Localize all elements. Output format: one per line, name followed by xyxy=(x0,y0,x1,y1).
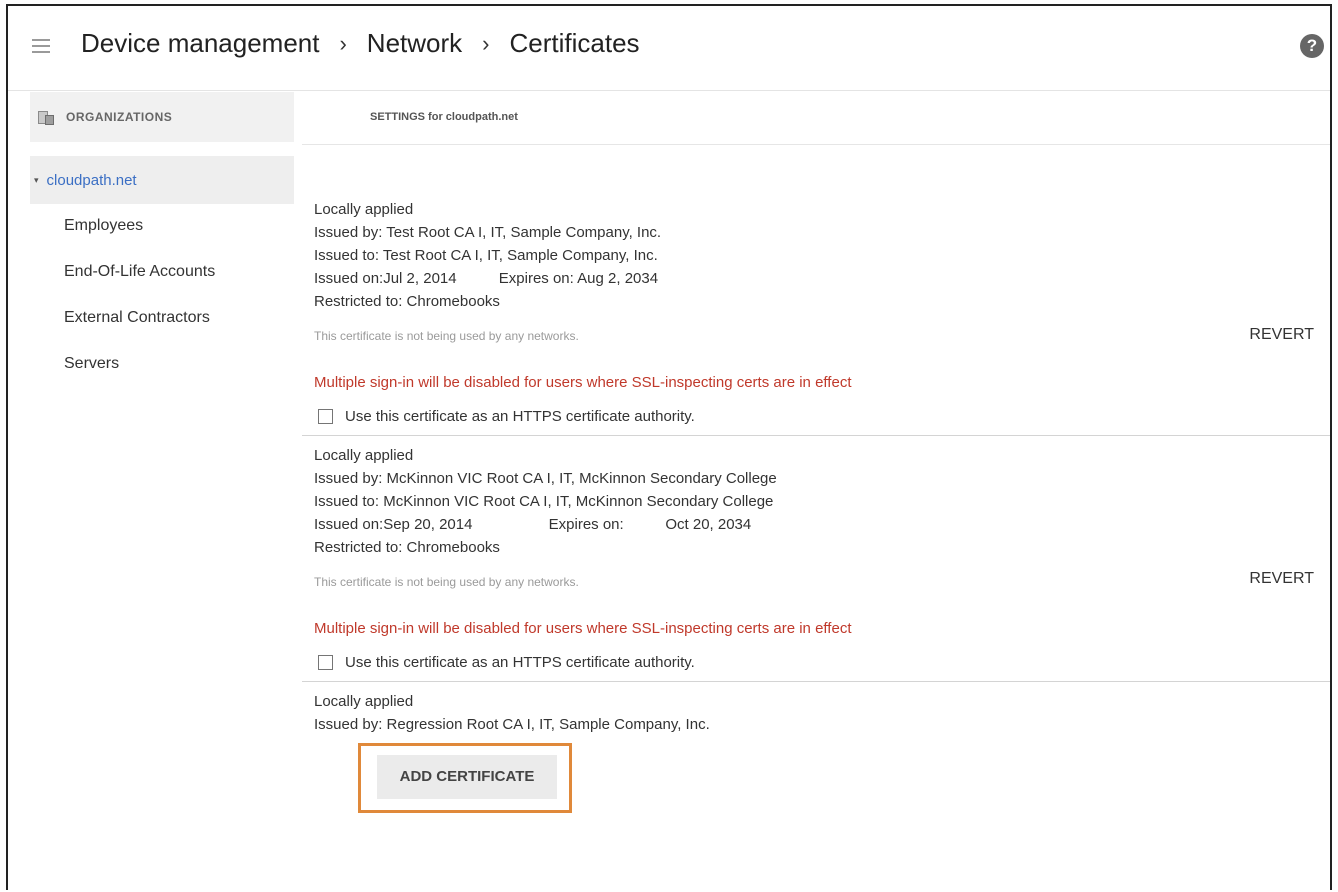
revert-button[interactable]: REVERT xyxy=(1249,326,1314,344)
certificate-card: Locally applied Issued by: Test Root CA … xyxy=(302,146,1330,436)
org-item-servers[interactable]: Servers xyxy=(30,342,294,388)
breadcrumb-certificates: Certificates xyxy=(509,28,640,58)
cert-issued-by: Issued by: Test Root CA I, IT, Sample Co… xyxy=(314,224,662,241)
https-authority-checkbox[interactable] xyxy=(318,654,333,670)
organizations-title: ORGANIZATIONS xyxy=(66,110,173,124)
app-window: Device management › Network › Certificat… xyxy=(6,4,1332,890)
cert-warning: Multiple sign-in will be disabled for us… xyxy=(314,620,852,637)
cert-issued-on: Issued on:Jul 2, 2014 xyxy=(314,270,457,287)
chevron-right-icon: › xyxy=(482,30,490,56)
org-item-external-contractors[interactable]: External Contractors xyxy=(30,296,294,342)
organizations-header: ORGANIZATIONS xyxy=(30,92,294,142)
cert-dates: Issued on:Jul 2, 2014 Expires on: Aug 2,… xyxy=(314,267,1330,290)
certificate-card: Locally applied Issued by: Regression Ro… xyxy=(302,682,1330,736)
certificate-card: Locally applied Issued by: McKinnon VIC … xyxy=(302,436,1330,682)
cert-status: Locally applied xyxy=(314,447,414,464)
help-icon[interactable]: ? xyxy=(1300,34,1324,58)
chevron-right-icon: › xyxy=(339,30,347,56)
breadcrumb: Device management › Network › Certificat… xyxy=(81,28,640,59)
settings-bar: SETTINGS for cloudpath.net xyxy=(302,92,1330,145)
cert-expires-on: Expires on: Aug 2, 2034 xyxy=(498,270,659,287)
caret-down-icon[interactable]: ▾ xyxy=(34,175,39,186)
cert-expires-on: Expires on: Oct 20, 2034 xyxy=(548,516,752,533)
settings-title: SETTINGS for cloudpath.net xyxy=(370,111,518,123)
add-certificate-highlight: ADD CERTIFICATE xyxy=(358,743,572,813)
org-item-cloudpath[interactable]: ▾ cloudpath.net xyxy=(30,156,294,204)
cert-issued-to: Issued to: Test Root CA I, IT, Sample Co… xyxy=(314,247,658,264)
cert-issued-by: Issued by: McKinnon VIC Root CA I, IT, M… xyxy=(314,470,777,487)
revert-button[interactable]: REVERT xyxy=(1249,570,1314,588)
breadcrumb-network[interactable]: Network xyxy=(367,28,462,59)
cert-warning: Multiple sign-in will be disabled for us… xyxy=(314,374,852,391)
cert-issued-on: Issued on:Sep 20, 2014 xyxy=(314,516,473,533)
cert-status: Locally applied xyxy=(314,693,414,710)
org-item-end-of-life-accounts[interactable]: End-Of-Life Accounts xyxy=(30,250,294,296)
cert-restricted: Restricted to: Chromebooks xyxy=(314,293,500,310)
cert-issued-by: Issued by: Regression Root CA I, IT, Sam… xyxy=(314,716,710,733)
https-authority-checkbox[interactable] xyxy=(318,408,333,424)
org-item-employees[interactable]: Employees xyxy=(30,204,294,250)
breadcrumb-device-management[interactable]: Device management xyxy=(81,28,319,59)
cert-usage-note: This certificate is not being used by an… xyxy=(314,329,579,343)
org-item-label: cloudpath.net xyxy=(46,171,137,189)
cert-dates: Issued on:Sep 20, 2014 Expires on: Oct 2… xyxy=(314,513,1330,536)
cert-issued-to: Issued to: McKinnon VIC Root CA I, IT, M… xyxy=(314,493,774,510)
hamburger-menu-icon[interactable] xyxy=(32,39,50,53)
org-sidebar: ORGANIZATIONS ▾ cloudpath.net Employees … xyxy=(30,92,294,388)
cert-status: Locally applied xyxy=(314,201,414,218)
cert-restricted: Restricted to: Chromebooks xyxy=(314,539,500,556)
https-authority-label: Use this certificate as an HTTPS certifi… xyxy=(345,653,695,671)
organization-icon xyxy=(38,109,54,125)
https-authority-row: Use this certificate as an HTTPS certifi… xyxy=(314,402,1330,430)
add-certificate-button[interactable]: ADD CERTIFICATE xyxy=(377,755,557,799)
https-authority-row: Use this certificate as an HTTPS certifi… xyxy=(314,648,1330,676)
cert-usage-note: This certificate is not being used by an… xyxy=(314,575,579,589)
https-authority-label: Use this certificate as an HTTPS certifi… xyxy=(345,407,695,425)
top-bar: Device management › Network › Certificat… xyxy=(8,6,1330,91)
